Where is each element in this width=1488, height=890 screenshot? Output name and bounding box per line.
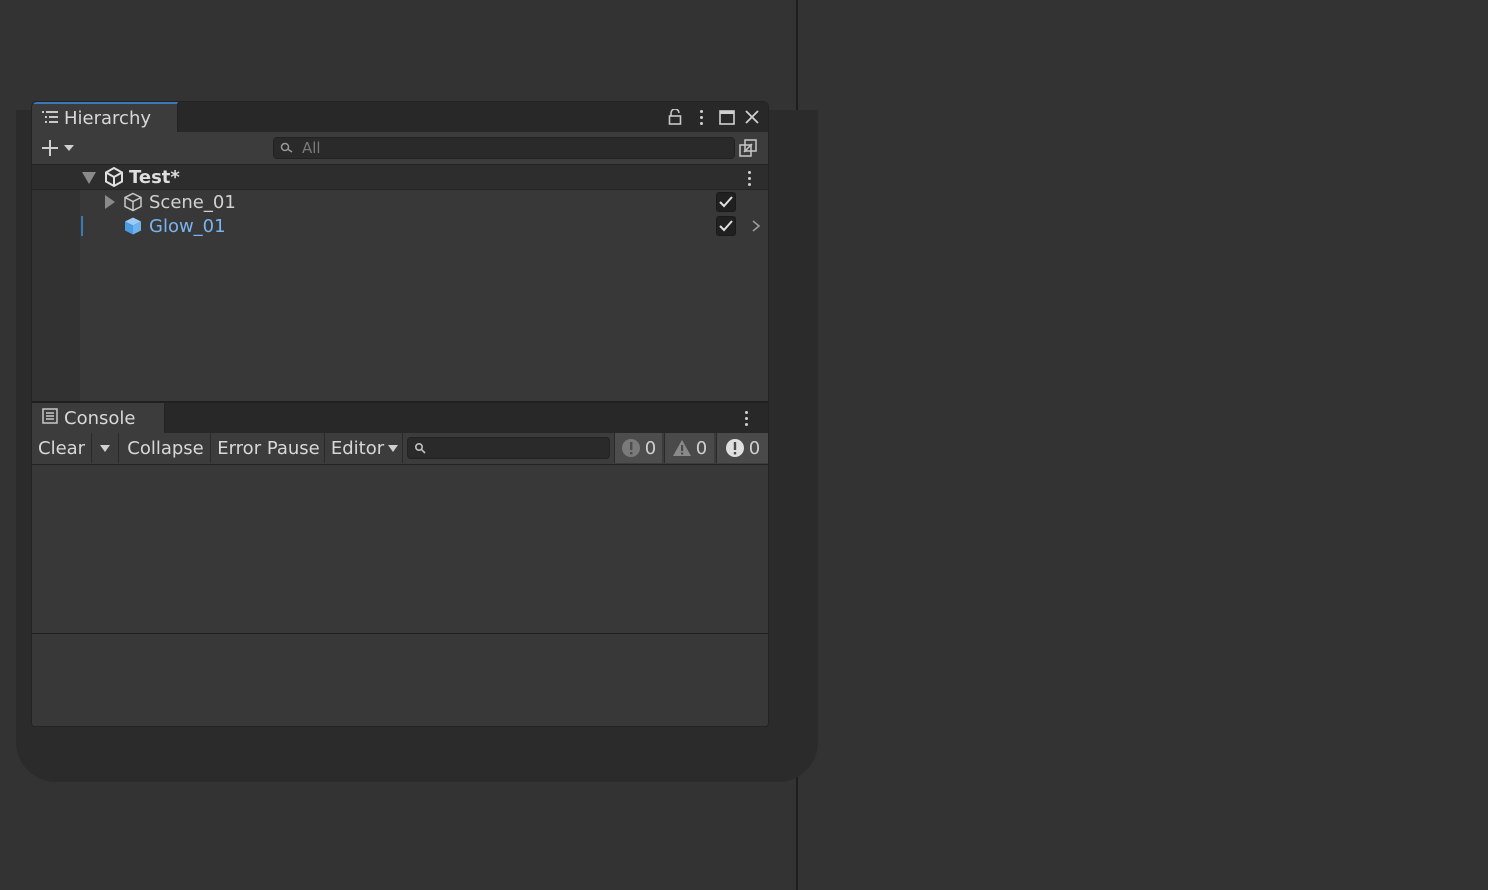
visibility-checkbox[interactable]	[716, 192, 736, 212]
dropdown-arrow-icon	[100, 444, 110, 452]
editor-dropdown[interactable]: Editor	[327, 433, 403, 463]
editor-label: Editor	[330, 437, 385, 459]
error-pause-button[interactable]: Error Pause	[213, 433, 325, 463]
console-tabbar: Console	[32, 403, 768, 433]
dropdown-arrow-icon	[388, 444, 399, 452]
console-tab-label: Console	[64, 407, 136, 429]
chevron-right-icon[interactable]	[752, 220, 760, 232]
maximize-icon[interactable]	[716, 106, 738, 128]
unity-scene-icon	[105, 167, 123, 187]
floating-editor-window: Hierarchy All Test* Scene_01 Glow_01 Con…	[31, 101, 769, 727]
item-name: Glow_01	[149, 215, 226, 237]
close-icon[interactable]	[741, 106, 763, 128]
item-name: Scene_01	[149, 191, 236, 213]
search-icon	[414, 442, 426, 454]
console-details-pane	[32, 634, 768, 726]
scene-header-row[interactable]: Test*	[32, 165, 768, 190]
clear-options-dropdown[interactable]	[92, 433, 119, 463]
expand-arrow-right-icon[interactable]	[105, 195, 115, 209]
visibility-checkbox[interactable]	[716, 216, 736, 236]
tab-console[interactable]: Console	[32, 403, 165, 433]
hierarchy-list-icon	[42, 108, 58, 129]
clear-button[interactable]: Clear	[32, 433, 92, 463]
tab-hierarchy[interactable]: Hierarchy	[32, 102, 178, 132]
more-options-icon[interactable]	[690, 106, 712, 128]
warning-filter-toggle[interactable]: 0	[664, 433, 714, 463]
hierarchy-search-field[interactable]: All	[273, 137, 735, 159]
expand-arrow-down-icon[interactable]	[82, 172, 96, 184]
error-count: 0	[748, 437, 761, 459]
search-icon	[280, 142, 293, 153]
error-icon	[725, 439, 744, 457]
hierarchy-row[interactable]: Scene_01	[32, 190, 768, 214]
collapse-button[interactable]: Collapse	[121, 433, 211, 463]
hierarchy-tabbar: Hierarchy	[32, 102, 768, 132]
cube-outline-icon	[124, 192, 142, 212]
info-count: 0	[644, 437, 657, 459]
checkmark-icon	[719, 220, 733, 232]
hierarchy-row-selected[interactable]: Glow_01	[32, 214, 768, 238]
add-object-button[interactable]	[40, 137, 80, 159]
hierarchy-toolbar: All	[32, 132, 768, 165]
console-icon	[42, 407, 58, 429]
scene-more-icon[interactable]	[747, 171, 751, 186]
plus-icon	[42, 140, 58, 156]
search-placeholder: All	[302, 139, 321, 157]
hierarchy-tab-label: Hierarchy	[64, 107, 152, 129]
console-log-list[interactable]	[32, 465, 768, 633]
console-more-icon[interactable]	[744, 411, 748, 426]
info-icon	[621, 439, 640, 457]
console-toolbar: Clear Collapse Error Pause Editor 0 0 0	[32, 433, 768, 465]
error-filter-toggle[interactable]: 0	[716, 433, 768, 463]
info-filter-toggle[interactable]: 0	[614, 433, 662, 463]
dropdown-arrow-icon	[64, 145, 74, 151]
warning-icon	[672, 440, 691, 456]
scene-visibility-icon[interactable]	[737, 137, 759, 159]
selection-marker	[81, 216, 83, 236]
warning-count: 0	[695, 437, 708, 459]
cube-blue-icon	[125, 217, 141, 235]
console-search-field[interactable]	[407, 437, 610, 459]
scene-name: Test*	[129, 166, 180, 188]
lock-icon[interactable]	[664, 106, 686, 128]
checkmark-icon	[719, 196, 733, 208]
